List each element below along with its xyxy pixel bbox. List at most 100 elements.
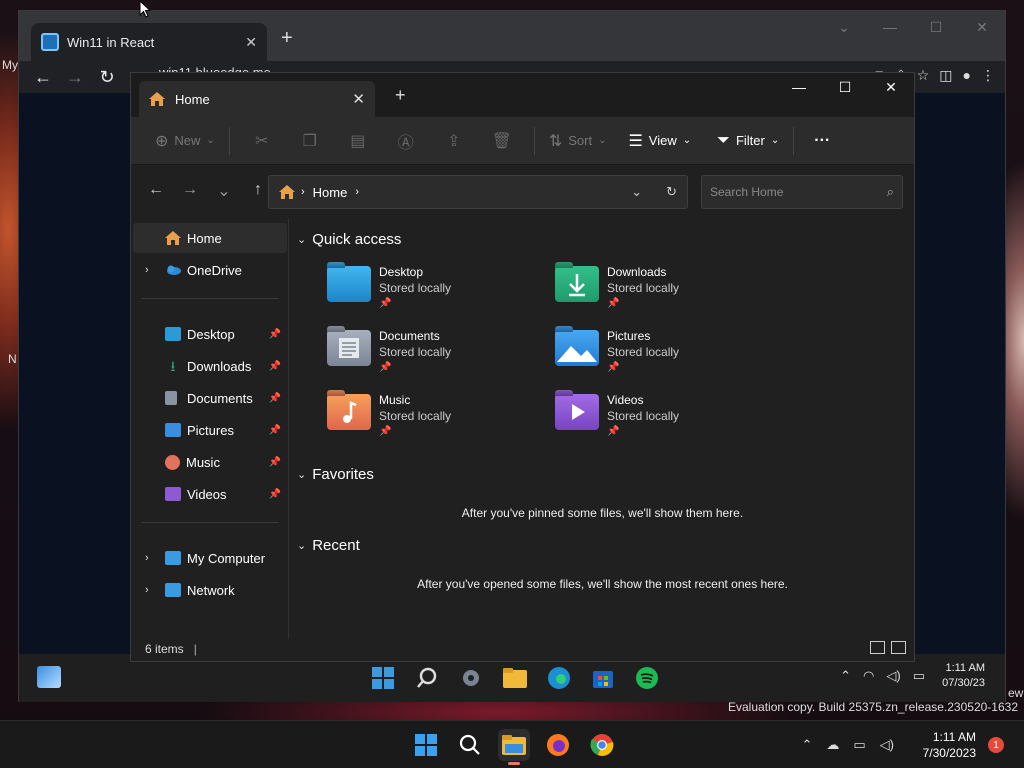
- item-name: Desktop: [379, 265, 424, 279]
- chevron-up-icon[interactable]: ⌃: [801, 737, 812, 753]
- section-quick-access[interactable]: ⌄ Quick access: [297, 231, 401, 248]
- file-explorer-icon[interactable]: [499, 662, 531, 694]
- tab-search-icon[interactable]: ⌄: [821, 11, 867, 43]
- edge-icon[interactable]: [543, 662, 575, 694]
- sidebar-item-pictures[interactable]: Pictures 📌: [133, 415, 287, 445]
- back-icon[interactable]: ←: [141, 181, 171, 201]
- search-input[interactable]: [710, 185, 887, 199]
- back-icon[interactable]: ←: [27, 67, 59, 88]
- menu-icon[interactable]: ⋮: [981, 67, 995, 84]
- sidebar-item-my-computer[interactable]: › My Computer: [133, 543, 287, 573]
- close-tab-icon[interactable]: ✕: [245, 34, 257, 51]
- sidebar-item-network[interactable]: › Network: [133, 575, 287, 605]
- recent-empty-message: After you've opened some files, we'll sh…: [417, 577, 788, 591]
- file-explorer-icon[interactable]: [498, 729, 530, 765]
- spotify-icon[interactable]: [631, 662, 663, 694]
- view-button[interactable]: ☰ View ⌄: [622, 125, 697, 157]
- section-recent[interactable]: ⌄ Recent: [297, 537, 360, 554]
- sidebar-item-home[interactable]: Home: [133, 223, 287, 253]
- sidebar-item-videos[interactable]: Videos 📌: [133, 479, 287, 509]
- maximize-button[interactable]: ☐: [822, 73, 868, 101]
- profile-icon[interactable]: ●: [963, 67, 971, 84]
- address-bar[interactable]: › Home › ⌄ ↻: [268, 175, 688, 209]
- share-icon[interactable]: ⇪: [430, 125, 478, 157]
- pin-icon: 📌: [268, 456, 281, 468]
- reload-icon[interactable]: ↻: [91, 67, 123, 88]
- refresh-icon[interactable]: ↻: [666, 184, 677, 200]
- sidebar-item-label: Music: [186, 454, 220, 470]
- breadcrumb-home[interactable]: Home: [313, 185, 348, 200]
- firefox-icon[interactable]: [542, 729, 574, 761]
- search-icon[interactable]: [454, 729, 486, 761]
- delete-icon[interactable]: 🗑: [478, 125, 526, 157]
- explorer-tab-home[interactable]: Home ✕: [139, 81, 375, 117]
- section-favorites[interactable]: ⌄ Favorites: [297, 466, 374, 483]
- navigation-pane: Home › OneDrive Desktop 📌 ⭳ Downloads 📌 …: [131, 219, 289, 639]
- onedrive-icon[interactable]: ☁: [826, 737, 839, 753]
- sidepanel-icon[interactable]: ◫: [939, 67, 952, 84]
- quick-access-item-videos[interactable]: Videos Stored locally 📌: [555, 390, 775, 452]
- host-clock[interactable]: 1:11 AM 7/30/2023: [923, 729, 976, 761]
- cut-icon[interactable]: ✂: [238, 125, 286, 157]
- star-icon[interactable]: ☆: [917, 67, 930, 84]
- pin-icon: 📌: [379, 426, 392, 437]
- store-icon[interactable]: [587, 662, 619, 694]
- quick-access-item-pictures[interactable]: Pictures Stored locally 📌: [555, 326, 775, 388]
- chevron-right-icon[interactable]: ›: [145, 584, 149, 596]
- item-sub: Stored locally: [379, 345, 452, 359]
- forward-icon[interactable]: →: [59, 67, 91, 88]
- notification-badge[interactable]: 1: [988, 737, 1004, 753]
- maximize-button[interactable]: ☐: [913, 11, 959, 43]
- search-icon[interactable]: ⌕: [887, 184, 894, 200]
- sort-button[interactable]: ⇅ Sort ⌄: [543, 125, 613, 157]
- chevron-right-icon[interactable]: ›: [145, 264, 149, 276]
- wifi-icon[interactable]: ◠: [863, 668, 874, 684]
- start-icon[interactable]: [410, 729, 442, 761]
- network-icon[interactable]: ▭: [853, 737, 865, 753]
- close-tab-icon[interactable]: ✕: [352, 90, 365, 108]
- downloads-folder-icon: [555, 262, 599, 302]
- copy-icon[interactable]: ❐: [286, 125, 334, 157]
- minimize-button[interactable]: —: [776, 73, 822, 101]
- sidebar-item-music[interactable]: Music 📌: [133, 447, 287, 477]
- quick-access-item-desktop[interactable]: Desktop Stored locally 📌: [327, 262, 547, 324]
- sidebar-item-downloads[interactable]: ⭳ Downloads 📌: [133, 351, 287, 381]
- search-icon[interactable]: [411, 662, 443, 694]
- rename-icon[interactable]: Ⓐ: [382, 125, 430, 157]
- more-options-button[interactable]: ···: [808, 125, 836, 157]
- new-tab-button[interactable]: +: [281, 27, 293, 50]
- settings-icon[interactable]: [455, 662, 487, 694]
- start-icon[interactable]: [367, 662, 399, 694]
- recent-locations-icon[interactable]: ⌄: [209, 181, 239, 201]
- sidebar-item-desktop[interactable]: Desktop 📌: [133, 319, 287, 349]
- sidebar-item-onedrive[interactable]: › OneDrive: [133, 255, 287, 285]
- chevron-down-icon[interactable]: ⌄: [631, 184, 642, 200]
- videos-folder-icon: [165, 487, 181, 501]
- quick-access-item-downloads[interactable]: Downloads Stored locally 📌: [555, 262, 775, 324]
- tiles-view-icon[interactable]: [891, 641, 906, 654]
- chrome-icon[interactable]: [586, 729, 618, 761]
- widgets-icon[interactable]: [37, 666, 61, 688]
- new-button[interactable]: ⊕ New ⌄: [149, 125, 221, 157]
- new-tab-button[interactable]: +: [395, 85, 406, 106]
- chrome-tab[interactable]: Win11 in React ✕: [31, 23, 267, 61]
- quick-access-item-documents[interactable]: Documents Stored locally 📌: [327, 326, 547, 388]
- forward-icon[interactable]: →: [175, 181, 205, 201]
- minimize-button[interactable]: —: [867, 11, 913, 43]
- volume-icon[interactable]: ◁): [880, 737, 894, 753]
- chevron-up-icon[interactable]: ⌃: [840, 668, 851, 684]
- battery-icon[interactable]: ▭: [913, 668, 925, 684]
- web-clock[interactable]: 1:11 AM 07/30/23: [942, 661, 985, 691]
- filter-button[interactable]: ⏷ Filter ⌄: [711, 125, 785, 157]
- quick-access-item-music[interactable]: Music Stored locally 📌: [327, 390, 547, 452]
- desktop-label-my: My: [2, 58, 18, 72]
- close-button[interactable]: ✕: [868, 73, 914, 101]
- sidebar-item-documents[interactable]: Documents 📌: [133, 383, 287, 413]
- pictures-folder-icon: [555, 326, 599, 366]
- paste-icon[interactable]: ▤: [334, 125, 382, 157]
- volume-icon[interactable]: ◁): [886, 668, 900, 684]
- details-view-icon[interactable]: [870, 641, 885, 654]
- close-button[interactable]: ✕: [959, 11, 1005, 43]
- mouse-cursor-icon: [139, 0, 151, 18]
- chevron-right-icon[interactable]: ›: [145, 552, 149, 564]
